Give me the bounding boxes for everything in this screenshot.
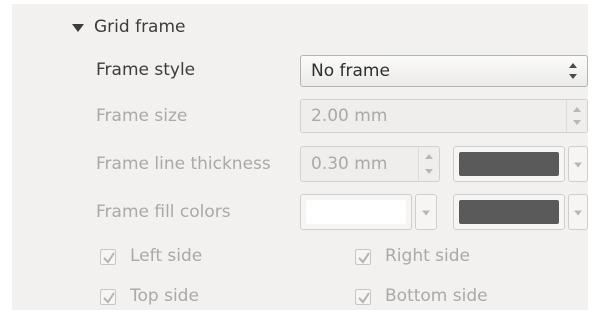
fill-color-2-swatch [459, 200, 559, 224]
frame-fill-color-1-dropdown[interactable] [415, 194, 437, 230]
frame-size-value: 2.00 mm [311, 106, 388, 126]
dropdown-arrow-icon [422, 210, 430, 216]
bottom-side-checkbox-row[interactable]: Bottom side [355, 286, 545, 308]
section-title: Grid frame [94, 17, 186, 37]
frame-fill-color-1-button[interactable] [300, 194, 412, 230]
frame-fill-colors-label: Frame fill colors [96, 202, 231, 222]
frame-line-color-button[interactable] [453, 146, 565, 182]
top-side-checkbox-row[interactable]: Top side [100, 286, 260, 308]
checkmark-icon [358, 292, 370, 304]
top-side-checkbox[interactable] [100, 289, 116, 305]
spinbox-arrows-icon[interactable] [566, 100, 587, 132]
frame-size-label: Frame size [96, 106, 188, 126]
frame-style-combobox[interactable]: No frame [300, 55, 588, 87]
frame-fill-color-2-button[interactable] [453, 194, 565, 230]
dropdown-arrow-icon [574, 162, 582, 168]
right-side-checkbox-row[interactable]: Right side [355, 246, 535, 268]
frame-line-thickness-spinbox[interactable]: 0.30 mm [300, 146, 440, 182]
collapse-triangle-icon[interactable] [72, 24, 84, 32]
checkmark-icon [358, 252, 370, 264]
grid-frame-panel: Grid frame Frame style No frame Frame si… [12, 4, 588, 310]
right-side-checkbox[interactable] [355, 249, 371, 265]
frame-style-value: No frame [311, 61, 390, 81]
frame-line-color-dropdown[interactable] [568, 146, 588, 182]
checkmark-icon [103, 252, 115, 264]
bottom-side-label: Bottom side [385, 286, 488, 306]
dropdown-arrow-icon [574, 210, 582, 216]
left-side-label: Left side [130, 246, 203, 266]
checkmark-icon [103, 292, 115, 304]
frame-style-label: Frame style [96, 60, 196, 80]
right-side-label: Right side [385, 246, 470, 266]
frame-line-thickness-value: 0.30 mm [311, 154, 388, 174]
bottom-side-checkbox[interactable] [355, 289, 371, 305]
line-color-swatch [459, 152, 559, 176]
fill-color-1-swatch [306, 200, 406, 224]
left-side-checkbox-row[interactable]: Left side [100, 246, 260, 268]
top-side-label: Top side [130, 286, 199, 306]
frame-fill-color-2-dropdown[interactable] [568, 194, 588, 230]
frame-line-thickness-label: Frame line thickness [96, 154, 271, 174]
frame-size-spinbox[interactable]: 2.00 mm [300, 99, 588, 133]
combobox-arrows-icon [569, 63, 577, 79]
left-side-checkbox[interactable] [100, 249, 116, 265]
spinbox-arrows-icon[interactable] [418, 147, 439, 181]
grid-frame-section-header[interactable]: Grid frame [72, 16, 272, 38]
